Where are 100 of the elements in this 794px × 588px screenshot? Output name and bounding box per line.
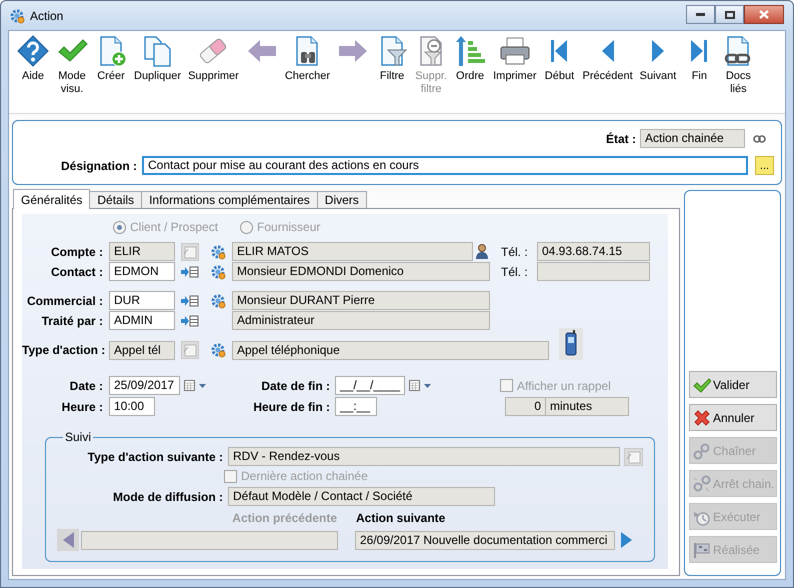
pick-list-button[interactable] <box>180 314 199 326</box>
name-field[interactable]: Appel téléphonique <box>232 340 549 360</box>
field-label: Compte : <box>50 244 103 258</box>
code-field[interactable]: ADMIN <box>109 311 175 330</box>
minimize-button[interactable] <box>686 5 715 24</box>
delay-field[interactable]: 0 <box>505 397 546 416</box>
field-label: Heure : <box>60 400 103 414</box>
dropdown-button[interactable] <box>199 384 206 388</box>
linked-documents-button[interactable]: Docs liés <box>720 35 756 96</box>
pick-list-button[interactable] <box>180 294 199 306</box>
checkbox-label: Dernière action chainée <box>241 469 368 483</box>
cross-icon <box>693 408 711 426</box>
minimize-icon <box>696 13 705 16</box>
link-icon <box>753 134 766 142</box>
name-field[interactable]: Monsieur DURANT Pierre <box>232 291 490 310</box>
checkbox-label: Afficher un rappel <box>517 378 611 392</box>
field-label: Contact : <box>50 264 103 278</box>
gear-icon <box>9 8 25 24</box>
next-type-field[interactable]: RDV - Rendez-vous <box>228 447 620 466</box>
radio-label: Fournisseur <box>257 220 320 234</box>
search-button[interactable]: Chercher <box>282 35 332 83</box>
print-button[interactable]: Imprimer <box>491 35 538 83</box>
gear-button[interactable] <box>210 342 226 358</box>
tab[interactable]: Généralités <box>13 189 90 209</box>
date-field[interactable]: 25/09/2017 <box>109 376 180 395</box>
previous-action-button[interactable] <box>57 529 79 551</box>
view-mode-button[interactable]: Mode visu. <box>54 35 90 96</box>
code-field[interactable]: EDMON <box>109 262 175 281</box>
list-arrow-icon <box>180 266 199 278</box>
lookup-button[interactable] <box>624 448 643 466</box>
radio-label: Client / Prospect <box>130 220 218 234</box>
time-field[interactable]: 10:00 <box>109 397 155 416</box>
close-icon <box>759 10 769 19</box>
diffusion-field[interactable]: Défaut Modèle / Contact / Société <box>228 487 495 506</box>
delete-button[interactable]: Supprimer <box>186 35 241 83</box>
code-field[interactable]: ELIR <box>109 242 175 261</box>
list-arrow-icon <box>180 294 199 306</box>
caret-icon <box>199 384 206 388</box>
validate-button[interactable]: Valider <box>689 371 777 398</box>
field-label: Type d'action : <box>22 343 103 357</box>
gear-button[interactable] <box>210 292 226 308</box>
checkmark-icon <box>693 376 711 394</box>
calendar-icon <box>409 380 420 391</box>
filter-button[interactable]: Filtre <box>374 35 410 83</box>
previous-action-field[interactable] <box>81 530 338 550</box>
create-button[interactable]: Créer <box>93 35 129 83</box>
name-field[interactable]: ELIR MATOS <box>232 242 473 261</box>
lookup-button[interactable] <box>181 242 199 260</box>
unit-field: minutes <box>546 397 629 416</box>
next-button[interactable]: Suivant <box>638 35 678 83</box>
documents-icon <box>142 35 174 67</box>
dropdown-button[interactable] <box>424 384 431 388</box>
lookup-button[interactable] <box>181 341 199 359</box>
printer-icon <box>498 35 531 67</box>
mobile-phone-icon <box>559 328 583 360</box>
date-field[interactable]: __/__/____ <box>335 376 405 395</box>
gear-icon <box>210 244 226 260</box>
state-field[interactable]: Action chainée <box>640 129 745 148</box>
gear-icon <box>210 264 226 280</box>
previous-button[interactable]: Précédent <box>580 35 635 83</box>
more-button[interactable]: ... <box>755 156 774 175</box>
tab[interactable]: Informations complémentaires <box>141 191 318 208</box>
cancel-button[interactable]: Annuler <box>689 404 777 431</box>
calendar-icon <box>184 380 195 391</box>
duplicate-button[interactable]: Dupliquer <box>132 35 184 83</box>
chain-icon <box>693 442 711 460</box>
field-label: Tél. : <box>501 244 529 258</box>
group-title: Suivi <box>64 430 92 444</box>
designation-field[interactable]: Contact pour mise au courant des actions en cours <box>142 156 748 175</box>
gear-button[interactable] <box>210 244 226 260</box>
order-button[interactable]: Ordre <box>452 35 488 83</box>
maximize-button[interactable] <box>715 5 744 24</box>
tab[interactable]: Divers <box>316 191 367 208</box>
code-field[interactable]: Appel tél <box>109 340 175 360</box>
caret-icon <box>424 384 431 388</box>
name-field[interactable]: Administrateur <box>232 311 490 330</box>
time-field[interactable]: __:__ <box>335 397 377 416</box>
field-label: Traité par : <box>40 314 103 328</box>
field-label: Date : <box>68 378 103 392</box>
tab[interactable]: Détails <box>89 191 142 208</box>
field-label: Date de fin : <box>260 378 330 392</box>
field-label: Heure de fin : <box>252 400 330 414</box>
flags-icon <box>693 540 711 558</box>
close-button[interactable] <box>744 5 784 24</box>
phone-field[interactable] <box>537 262 650 281</box>
pick-list-button[interactable] <box>180 266 199 278</box>
broken-chain-icon <box>693 474 711 492</box>
person-icon <box>476 244 488 259</box>
field-label: Désignation : <box>60 158 137 172</box>
field-label: Tél. : <box>501 264 529 278</box>
help-button[interactable]: Aide <box>15 35 51 83</box>
next-action-field[interactable]: 26/09/2017 Nouvelle documentation commerci <box>355 530 615 550</box>
field-label: État : <box>606 132 636 146</box>
help-icon <box>17 35 49 67</box>
name-field[interactable]: Monsieur EDMONDI Domenico <box>232 262 490 281</box>
phone-field[interactable]: 04.93.68.74.15 <box>537 242 650 261</box>
gear-button[interactable] <box>210 264 226 280</box>
last-button[interactable]: Fin <box>681 35 718 83</box>
code-field[interactable]: DUR <box>109 291 175 310</box>
first-button[interactable]: Début <box>541 35 578 83</box>
